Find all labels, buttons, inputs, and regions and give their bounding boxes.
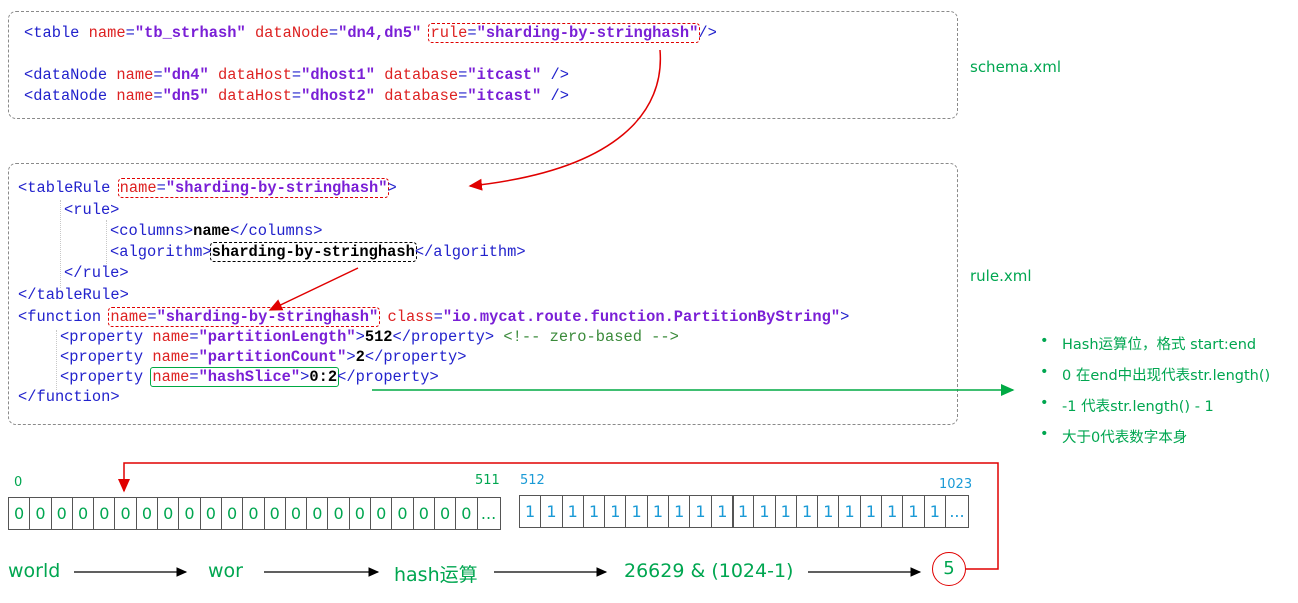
connector-layer <box>74 49 1015 577</box>
schema-to-rule-arrow <box>468 49 662 191</box>
algorithm-to-function-arrow <box>268 267 359 311</box>
result-to-slot-arrow <box>118 462 999 570</box>
